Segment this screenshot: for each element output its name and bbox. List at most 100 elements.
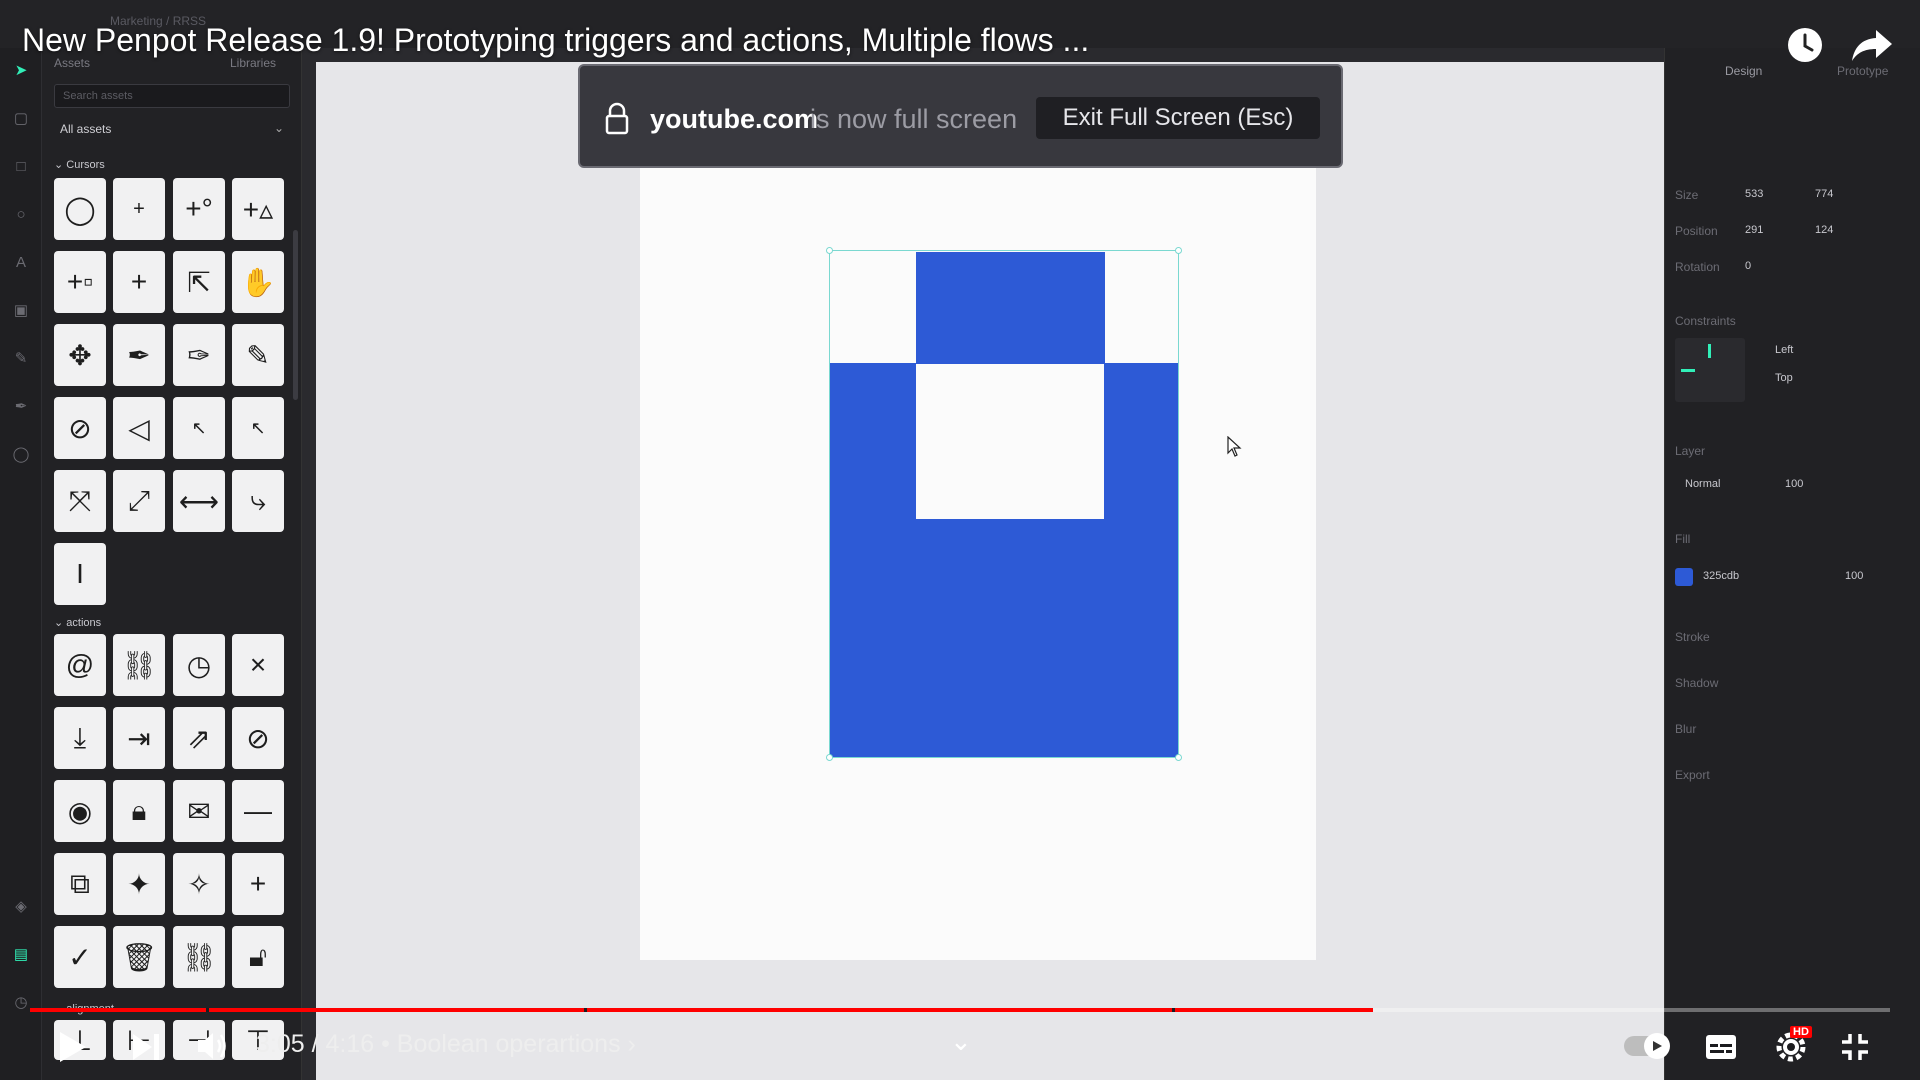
lasso-cursor-icon[interactable]: ◯ xyxy=(54,178,106,240)
eye-icon[interactable]: ◉ xyxy=(54,780,106,842)
rotation-input[interactable]: 0 xyxy=(1745,260,1751,272)
video-title[interactable]: New Penpot Release 1.9! Prototyping trig… xyxy=(22,22,1089,59)
exit-fullscreen-button[interactable]: Exit Full Screen (Esc) xyxy=(1036,97,1320,139)
video-player[interactable]: { "video": { "title": "New Penpot Releas… xyxy=(0,0,1920,1080)
text-tool-icon[interactable]: A xyxy=(12,254,30,272)
export-label[interactable]: Export xyxy=(1675,768,1710,782)
import-icon[interactable]: ⇥ xyxy=(113,707,165,769)
next-video-icon[interactable] xyxy=(130,1032,162,1062)
height-input[interactable]: 774 xyxy=(1815,188,1833,200)
copy-icon[interactable]: ⧉ xyxy=(54,853,106,915)
exit-fullscreen-icon[interactable] xyxy=(1840,1032,1870,1062)
close-icon[interactable]: × xyxy=(232,634,284,696)
tab-prototype[interactable]: Prototype xyxy=(1837,64,1888,78)
hd-badge: HD xyxy=(1790,1026,1812,1038)
pointer-node-small-cursor-icon[interactable]: ↖ xyxy=(232,397,284,459)
rotate-cursor-icon[interactable]: ⤷ xyxy=(232,470,284,532)
share-icon[interactable] xyxy=(1850,26,1894,64)
pointer-node-cursor-icon[interactable]: ⇱ xyxy=(173,251,225,313)
position-x-input[interactable]: 291 xyxy=(1745,224,1763,236)
crosshair-cursor-icon[interactable]: + xyxy=(113,178,165,240)
link-icon[interactable]: ⛓ xyxy=(113,634,165,696)
plus-icon[interactable]: + xyxy=(232,853,284,915)
constraint-horizontal-select[interactable]: Left xyxy=(1775,344,1793,356)
position-y-input[interactable]: 124 xyxy=(1815,224,1833,236)
minus-icon[interactable]: — xyxy=(232,780,284,842)
pointer-inner-cursor-icon[interactable]: ◁ xyxy=(113,397,165,459)
assets-filter-select[interactable]: All assets ⌄ xyxy=(54,118,290,140)
resize-ew-cursor-icon[interactable]: ⟷ xyxy=(173,470,225,532)
comments-tool-icon[interactable]: ◯ xyxy=(12,446,30,464)
pointer-move-cursor-icon[interactable]: ↖ xyxy=(173,397,225,459)
layers-icon[interactable]: ◈ xyxy=(12,898,30,916)
picker-cursor-icon[interactable]: ⊘ xyxy=(54,397,106,459)
subtitles-icon[interactable] xyxy=(1705,1034,1737,1060)
plus-cursor-icon[interactable]: + xyxy=(113,251,165,313)
external-link-icon[interactable]: ⇗ xyxy=(173,707,225,769)
pen-cursor-icon[interactable]: ✑ xyxy=(173,324,225,386)
mail-icon[interactable]: ✉ xyxy=(173,780,225,842)
blur-label[interactable]: Blur xyxy=(1675,722,1696,736)
resize-handle[interactable] xyxy=(1175,247,1182,254)
clock-icon[interactable]: ◷ xyxy=(173,634,225,696)
ruler-vertical xyxy=(302,48,316,1080)
lock-icon[interactable]: 🔒︎ xyxy=(113,780,165,842)
settings-button[interactable]: HD xyxy=(1774,1026,1812,1066)
assets-scrollbar[interactable] xyxy=(293,230,298,400)
move-tool-icon[interactable]: ➤ xyxy=(12,62,30,80)
play-icon[interactable] xyxy=(58,1030,88,1064)
watch-later-icon[interactable] xyxy=(1786,26,1824,64)
create-ellipse-cursor-icon[interactable]: +° xyxy=(173,178,225,240)
assets-icon[interactable]: ▤ xyxy=(12,946,30,964)
chevron-down-icon[interactable]: ⌄ xyxy=(950,1026,972,1057)
path-tool-icon[interactable]: ✒ xyxy=(12,398,30,416)
chapter-title[interactable]: • Boolean operartions › xyxy=(374,1030,636,1058)
layer-opacity-input[interactable]: 100 xyxy=(1785,478,1803,490)
constraint-vertical-select[interactable]: Top xyxy=(1775,372,1793,384)
pin-filled-icon[interactable]: ✦ xyxy=(113,853,165,915)
curve-tool-icon[interactable]: ✎ xyxy=(12,350,30,368)
pen-node-cursor-icon[interactable]: ✒ xyxy=(113,324,165,386)
trash-icon[interactable]: 🗑︎ xyxy=(113,926,165,988)
rect-tool-icon[interactable]: □ xyxy=(12,158,30,176)
resize-diagonal-cursor-icon[interactable]: ⤢ xyxy=(113,470,165,532)
section-actions[interactable]: ⌄ actions xyxy=(54,616,101,629)
create-rect-cursor-icon[interactable]: +▫ xyxy=(54,251,106,313)
download-icon[interactable]: ⤓ xyxy=(54,707,106,769)
chevron-down-icon: ⌄ xyxy=(273,121,284,135)
fill-swatch[interactable] xyxy=(1675,568,1693,586)
volume-icon[interactable] xyxy=(196,1030,230,1062)
resize-handle[interactable] xyxy=(826,247,833,254)
section-cursors[interactable]: ⌄ Cursors xyxy=(54,158,105,171)
hand-cursor-icon[interactable]: ✋ xyxy=(232,251,284,313)
width-input[interactable]: 533 xyxy=(1745,188,1763,200)
image-tool-icon[interactable]: ▣ xyxy=(12,302,30,320)
selection-box[interactable] xyxy=(829,250,1179,758)
resize-nesw-cursor-icon[interactable]: ⤧ xyxy=(54,470,106,532)
at-sign-icon[interactable]: @ xyxy=(54,634,106,696)
autoplay-toggle[interactable] xyxy=(1624,1033,1670,1059)
check-icon[interactable]: ✓ xyxy=(54,926,106,988)
constraints-widget[interactable] xyxy=(1675,338,1745,402)
pin-icon[interactable]: ✧ xyxy=(173,853,225,915)
fill-hex-input[interactable]: 325cdb xyxy=(1703,570,1739,582)
history-icon[interactable]: ◷ xyxy=(12,994,30,1012)
move-cursor-icon[interactable]: ✥ xyxy=(54,324,106,386)
text-cursor-icon[interactable]: I xyxy=(54,543,106,605)
eye-hidden-icon[interactable]: ⊘ xyxy=(232,707,284,769)
tab-design[interactable]: Design xyxy=(1725,64,1762,78)
unlock-icon[interactable]: 🔓︎ xyxy=(232,926,284,988)
blend-mode-select[interactable]: Normal xyxy=(1685,478,1720,490)
unlink-icon[interactable]: ⛓ xyxy=(173,926,225,988)
stroke-label[interactable]: Stroke xyxy=(1675,630,1710,644)
resize-handle[interactable] xyxy=(826,754,833,761)
shadow-label[interactable]: Shadow xyxy=(1675,676,1718,690)
chapter-marker xyxy=(1172,1008,1175,1012)
search-assets-input[interactable]: Search assets xyxy=(54,84,290,108)
create-polygon-cursor-icon[interactable]: +▵ xyxy=(232,178,284,240)
board-tool-icon[interactable]: ▢ xyxy=(12,110,30,128)
pencil-cursor-icon[interactable]: ✎ xyxy=(232,324,284,386)
resize-handle[interactable] xyxy=(1175,754,1182,761)
fill-opacity-input[interactable]: 100 xyxy=(1845,570,1863,582)
ellipse-tool-icon[interactable]: ○ xyxy=(12,206,30,224)
